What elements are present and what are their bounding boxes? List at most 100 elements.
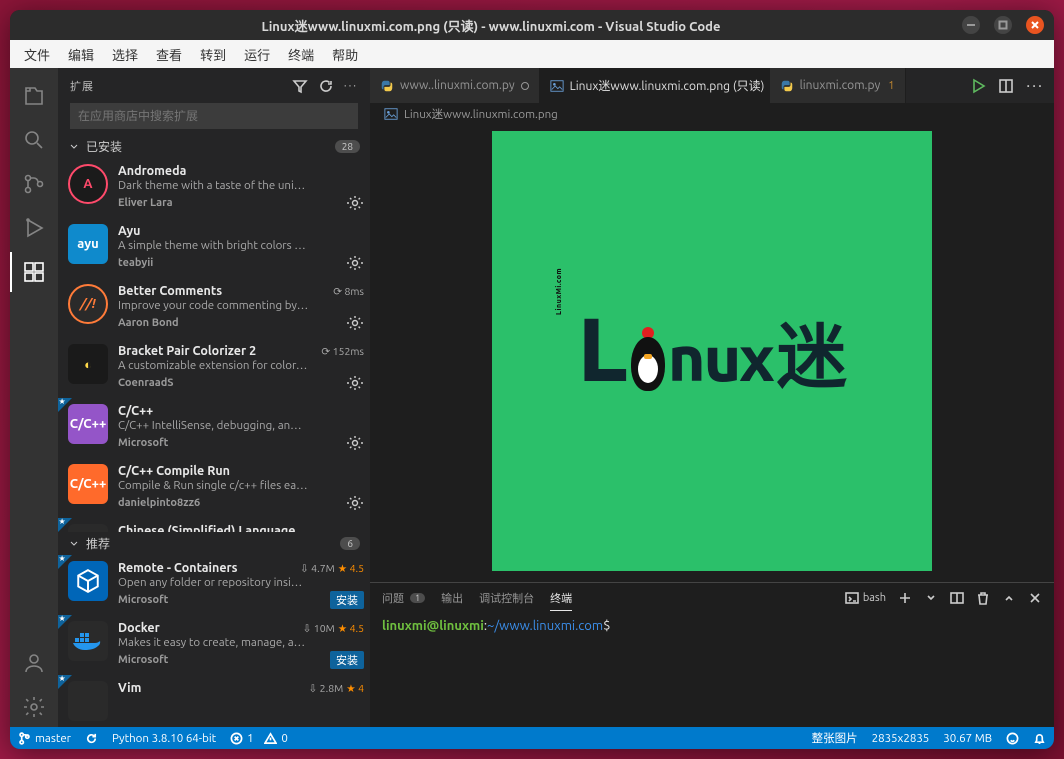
extension-item[interactable]: C/C++ C/C++ Compile Run Compile & Run si… [58,458,370,518]
sidebar-header: 扩展 ··· [58,68,370,103]
extension-item[interactable]: ◐ Bracket Pair Colorizer 2⟳ 152ms A cust… [58,338,370,398]
window-title: Linux迷www.linuxmi.com.png (只读) - www.lin… [20,16,962,35]
shell-selector[interactable]: bash [845,591,886,605]
maximize-panel-icon[interactable] [1002,591,1016,605]
branch-icon [18,732,31,745]
menu-file[interactable]: 文件 [16,43,58,66]
gear-icon[interactable] [346,194,364,212]
vscode-window: Linux迷www.linuxmi.com.png (只读) - www.lin… [10,10,1054,749]
panel-tab-output[interactable]: 输出 [441,586,463,610]
menu-edit[interactable]: 编辑 [60,43,102,66]
terminal-icon [845,591,859,605]
install-button[interactable]: 安装 [330,591,364,609]
gear-icon[interactable] [346,314,364,332]
extension-icon [68,561,108,601]
menu-run[interactable]: 运行 [236,43,278,66]
status-img-size[interactable]: 30.67 MB [943,732,992,745]
recommended-ribbon [58,675,72,689]
recommended-list: Remote - Containers⇩ 4.7M ★ 4.5 Open any… [58,555,370,727]
logo-text: nux [668,322,773,394]
recommended-ribbon [58,615,72,629]
gear-icon[interactable] [346,254,364,272]
activity-settings[interactable] [10,687,58,727]
status-bell[interactable] [1033,732,1046,745]
status-problems[interactable]: 1 0 [230,732,288,745]
installed-list: A Andromeda Dark theme with a taste of t… [58,158,370,532]
activity-account[interactable] [10,643,58,683]
maximize-button[interactable] [994,16,1012,34]
filter-icon[interactable] [292,78,308,94]
status-sync[interactable] [85,732,98,745]
split-icon[interactable] [998,78,1014,94]
status-feedback[interactable] [1006,732,1019,745]
minimize-button[interactable] [962,16,980,34]
activity-debug[interactable] [10,208,58,248]
activity-scm[interactable] [10,164,58,204]
smiley-icon [1006,732,1019,745]
menu-go[interactable]: 转到 [192,43,234,66]
more-icon[interactable]: ··· [1026,77,1044,95]
python-icon [780,79,794,93]
extension-item[interactable]: Vim⇩ 2.8M ★ 4 [58,675,370,727]
gear-icon[interactable] [346,434,364,452]
gear-icon[interactable] [346,494,364,512]
activity-explorer[interactable] [10,76,58,116]
panel-tab-debug[interactable]: 调试控制台 [479,586,534,610]
extension-item[interactable]: Remote - Containers⇩ 4.7M ★ 4.5 Open any… [58,555,370,615]
breadcrumb[interactable]: Linux迷www.linuxmi.com.png [370,103,1054,125]
extension-icon [68,524,108,532]
install-button[interactable]: 安装 [330,651,364,669]
sidebar-title: 扩展 [70,78,282,94]
tab-py2[interactable]: linuxmi.com.py 1 [770,68,906,103]
installed-count-badge: 28 [335,140,360,153]
section-installed[interactable]: 已安装 28 [58,135,370,158]
menu-selection[interactable]: 选择 [104,43,146,66]
close-panel-icon[interactable] [1028,591,1042,605]
image-preview[interactable]: LinuxMi.com L nux 迷 [370,125,1054,582]
extension-icon [68,621,108,661]
panel-tab-terminal[interactable]: 终端 [550,586,572,611]
tab-image[interactable]: Linux迷www.linuxmi.com.png (只读) [540,68,770,103]
extension-icon: ayu [68,224,108,264]
plus-icon[interactable] [898,591,912,605]
logo-letter-l: L [577,304,628,394]
activity-search[interactable] [10,120,58,160]
trash-icon[interactable] [976,591,990,605]
gear-icon[interactable] [346,374,364,392]
modified-dot [521,82,529,90]
status-img-dim[interactable]: 2835x2835 [872,732,930,745]
menu-view[interactable]: 查看 [148,43,190,66]
tab-py1[interactable]: www..linuxmi.com.py [370,68,540,103]
split-icon[interactable] [950,591,964,605]
extension-item[interactable]: Docker⇩ 10M ★ 4.5 Makes it easy to creat… [58,615,370,675]
more-icon[interactable]: ··· [344,80,358,92]
panel-tab-problems[interactable]: 问题1 [382,586,425,610]
extension-item[interactable]: //! Better Comments⟳ 8ms Improve your co… [58,278,370,338]
extensions-search-input[interactable] [70,103,358,129]
extension-item[interactable]: C/C++ C/C++ C/C++ IntelliSense, debuggin… [58,398,370,458]
modified-count: 1 [888,80,894,92]
extension-item[interactable]: A Andromeda Dark theme with a taste of t… [58,158,370,218]
run-icon[interactable] [970,78,986,94]
problems-count-badge: 1 [410,593,425,603]
extension-item[interactable]: ayu Ayu A simple theme with bright color… [58,218,370,278]
preview-image: LinuxMi.com L nux 迷 [492,131,932,571]
terminal-content[interactable]: linuxmi@linuxmi:~/www.linuxmi.com$ [370,613,1054,727]
status-branch[interactable]: master [18,732,71,745]
close-button[interactable] [1026,16,1044,34]
activity-extensions[interactable] [10,252,58,292]
image-icon [550,79,564,93]
bell-icon [1033,732,1046,745]
editor-area: www..linuxmi.com.py Linux迷www.linuxmi.co… [370,68,1054,727]
chevron-down-icon[interactable] [924,591,938,605]
extension-icon: A [68,164,108,204]
menu-help[interactable]: 帮助 [324,43,366,66]
refresh-icon[interactable] [318,78,334,94]
section-recommended[interactable]: 推荐 6 [58,532,370,555]
menu-terminal[interactable]: 终端 [280,43,322,66]
extension-item[interactable]: Chinese (Simplified) Language … [58,518,370,532]
status-python[interactable]: Python 3.8.10 64-bit [112,732,216,745]
status-img-label[interactable]: 整张图片 [812,730,858,746]
window-controls [962,16,1044,34]
logo-subtext: LinuxMi.com [555,267,563,314]
